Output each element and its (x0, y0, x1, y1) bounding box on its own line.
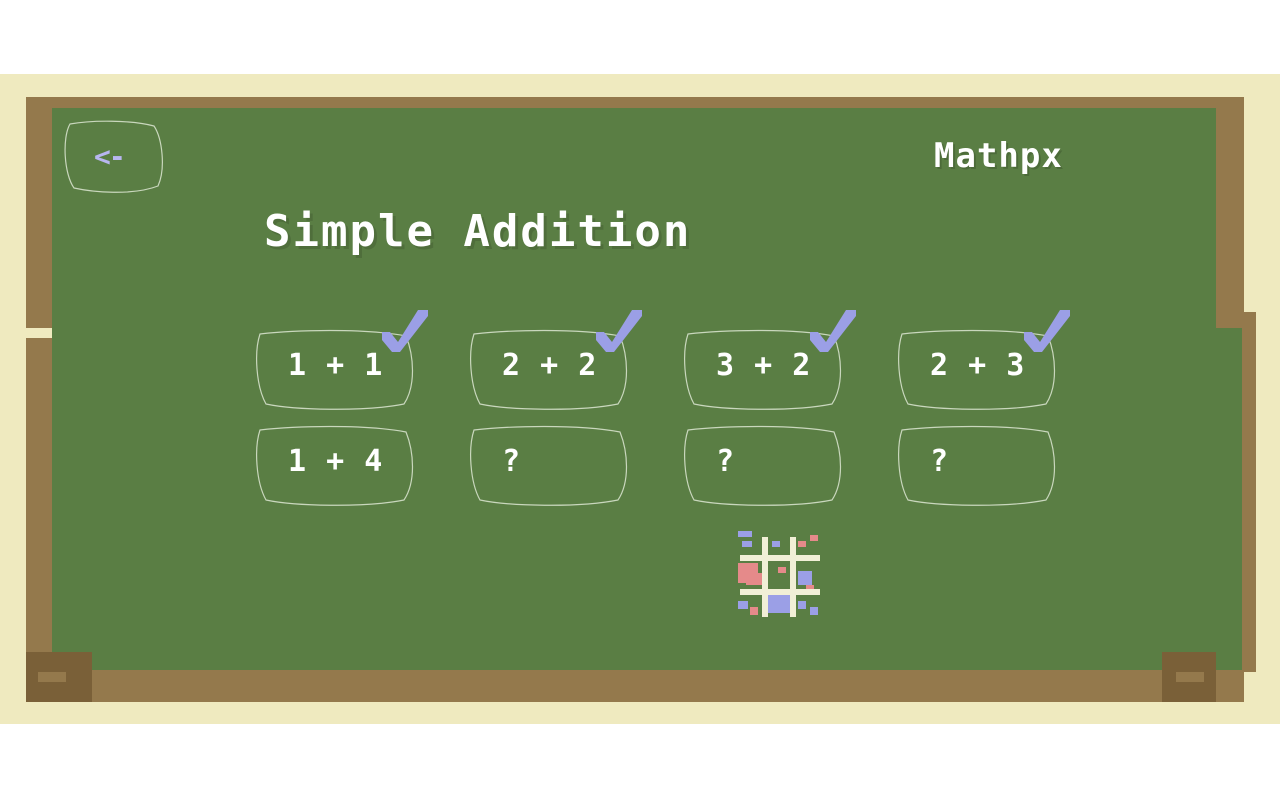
level-card-5[interactable]: 1 + 4 (254, 422, 416, 506)
check-icon (810, 310, 856, 352)
level-label: ? (716, 444, 736, 479)
level-card-6[interactable]: ? (468, 422, 630, 506)
tic-tac-toe-icon[interactable] (738, 531, 824, 619)
level-label: ? (930, 444, 950, 479)
level-card-1[interactable]: 1 + 1 (254, 310, 428, 410)
check-icon (1024, 310, 1070, 352)
level-grid: 1 + 1 2 + 2 3 + 2 2 + 3 1 + 4 ? ? ? (252, 310, 1072, 516)
back-arrow-icon: <- (94, 139, 126, 173)
level-label: 1 + 4 (288, 444, 384, 479)
frame-corner-bottom-left (26, 652, 92, 702)
back-button[interactable]: <- (62, 118, 164, 194)
level-card-2[interactable]: 2 + 2 (468, 310, 642, 410)
chalkboard-edge-right (1216, 328, 1242, 670)
level-card-7[interactable]: ? (682, 422, 844, 506)
frame-corner-bottom-right (1162, 652, 1216, 702)
level-label: ? (502, 444, 522, 479)
level-card-3[interactable]: 3 + 2 (682, 310, 856, 410)
check-icon (596, 310, 642, 352)
check-icon (382, 310, 428, 352)
level-card-4[interactable]: 2 + 3 (896, 310, 1070, 410)
level-card-8[interactable]: ? (896, 422, 1058, 506)
page-title: Simple Addition (264, 206, 692, 257)
app-name: Mathpx (934, 136, 1063, 176)
